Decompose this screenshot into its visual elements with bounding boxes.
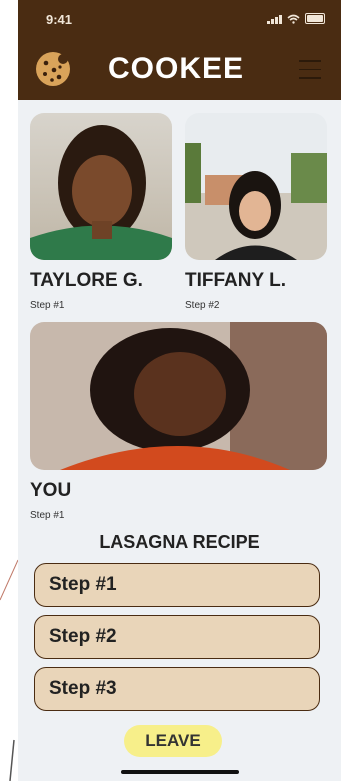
participant-name: TIFFANY L. — [185, 270, 286, 291]
recipe-step-1-button[interactable]: Step #1 — [34, 563, 320, 607]
status-bar: 9:41 — [18, 10, 341, 30]
participant-name: YOU — [30, 480, 72, 501]
app-header: 9:41 COOKEE — [18, 0, 341, 100]
hamburger-menu-icon[interactable] — [299, 60, 321, 82]
recipe-title: LASAGNA RECIPE — [99, 532, 260, 552]
status-icons — [267, 13, 325, 24]
leave-button[interactable]: LEAVE — [124, 725, 222, 757]
battery-icon — [305, 13, 325, 24]
participant-step: Step #1 — [30, 510, 65, 521]
participant-step: Step #2 — [185, 300, 220, 311]
signal-icon — [267, 14, 282, 24]
status-time: 9:41 — [46, 12, 73, 27]
recipe-step-3-button[interactable]: Step #3 — [34, 667, 320, 711]
participant-video — [30, 113, 172, 260]
phone-screen: 9:41 COOKEE TAYLORE G. Step #1 TIFFANY L… — [18, 0, 341, 781]
video-tile-self[interactable] — [30, 322, 327, 470]
home-indicator[interactable] — [121, 770, 239, 774]
camera-switch-icon[interactable] — [301, 448, 327, 470]
participant-video — [185, 113, 327, 260]
video-tile-taylore[interactable] — [30, 113, 172, 260]
wifi-icon — [287, 14, 300, 24]
participant-step: Step #1 — [30, 300, 65, 311]
participant-name: TAYLORE G. — [30, 270, 143, 291]
video-tile-tiffany[interactable] — [185, 113, 327, 260]
app-title: COOKEE — [108, 52, 245, 85]
recipe-step-2-button[interactable]: Step #2 — [34, 615, 320, 659]
cookie-logo-icon — [36, 52, 70, 86]
participant-video — [30, 322, 327, 470]
